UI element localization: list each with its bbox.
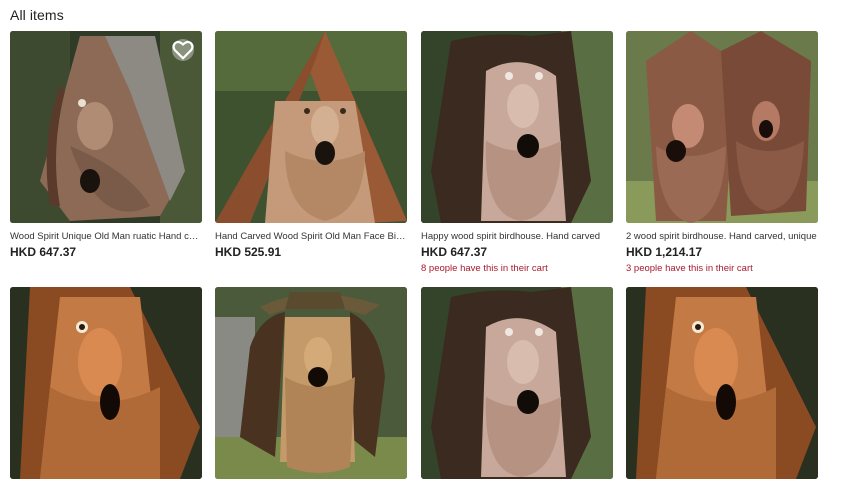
product-card[interactable]: Hand Carved Wood Spirit Old Man Face Bir…: [215, 31, 407, 259]
cart-count-note: 8 people have this in their cart: [421, 263, 548, 274]
product-card[interactable]: [421, 287, 613, 479]
product-image[interactable]: [421, 287, 613, 479]
product-price: HKD 1,214.17: [626, 245, 703, 259]
product-image[interactable]: [10, 31, 202, 223]
birdhouse-darkhair-image: [421, 287, 613, 479]
birdhouse-hat-image: [215, 287, 407, 479]
product-price: HKD 647.37: [421, 245, 488, 259]
product-image[interactable]: [215, 31, 407, 223]
birdhouse-darkhair-image: [421, 31, 613, 223]
product-card[interactable]: Happy wood spirit birdhouse. Hand carved…: [421, 31, 613, 275]
product-title[interactable]: Wood Spirit Unique Old Man ruatic Hand c…: [10, 231, 202, 243]
product-card[interactable]: [10, 287, 202, 479]
birdhouse-pair-image: [626, 31, 818, 223]
product-card[interactable]: [626, 287, 818, 479]
favorite-icon[interactable]: [172, 39, 194, 61]
product-grid: Wood Spirit Unique Old Man ruatic Hand c…: [0, 0, 849, 483]
product-image[interactable]: [626, 287, 818, 479]
product-title[interactable]: Hand Carved Wood Spirit Old Man Face Bir…: [215, 231, 407, 243]
product-card[interactable]: Wood Spirit Unique Old Man ruatic Hand c…: [10, 31, 202, 259]
product-price: HKD 647.37: [10, 245, 77, 259]
product-card[interactable]: 2 wood spirit birdhouse. Hand carved, un…: [626, 31, 818, 275]
product-image[interactable]: [421, 31, 613, 223]
product-image[interactable]: [626, 31, 818, 223]
birdhouse-roof-image: [215, 31, 407, 223]
birdhouse-profile-image: [10, 287, 202, 479]
product-image[interactable]: [215, 287, 407, 479]
product-title[interactable]: Happy wood spirit birdhouse. Hand carved: [421, 231, 613, 243]
product-image[interactable]: [10, 287, 202, 479]
product-title[interactable]: 2 wood spirit birdhouse. Hand carved, un…: [626, 231, 818, 243]
product-card[interactable]: [215, 287, 407, 479]
birdhouse-profile-image: [626, 287, 818, 479]
product-price: HKD 525.91: [215, 245, 282, 259]
cart-count-note: 3 people have this in their cart: [626, 263, 753, 274]
